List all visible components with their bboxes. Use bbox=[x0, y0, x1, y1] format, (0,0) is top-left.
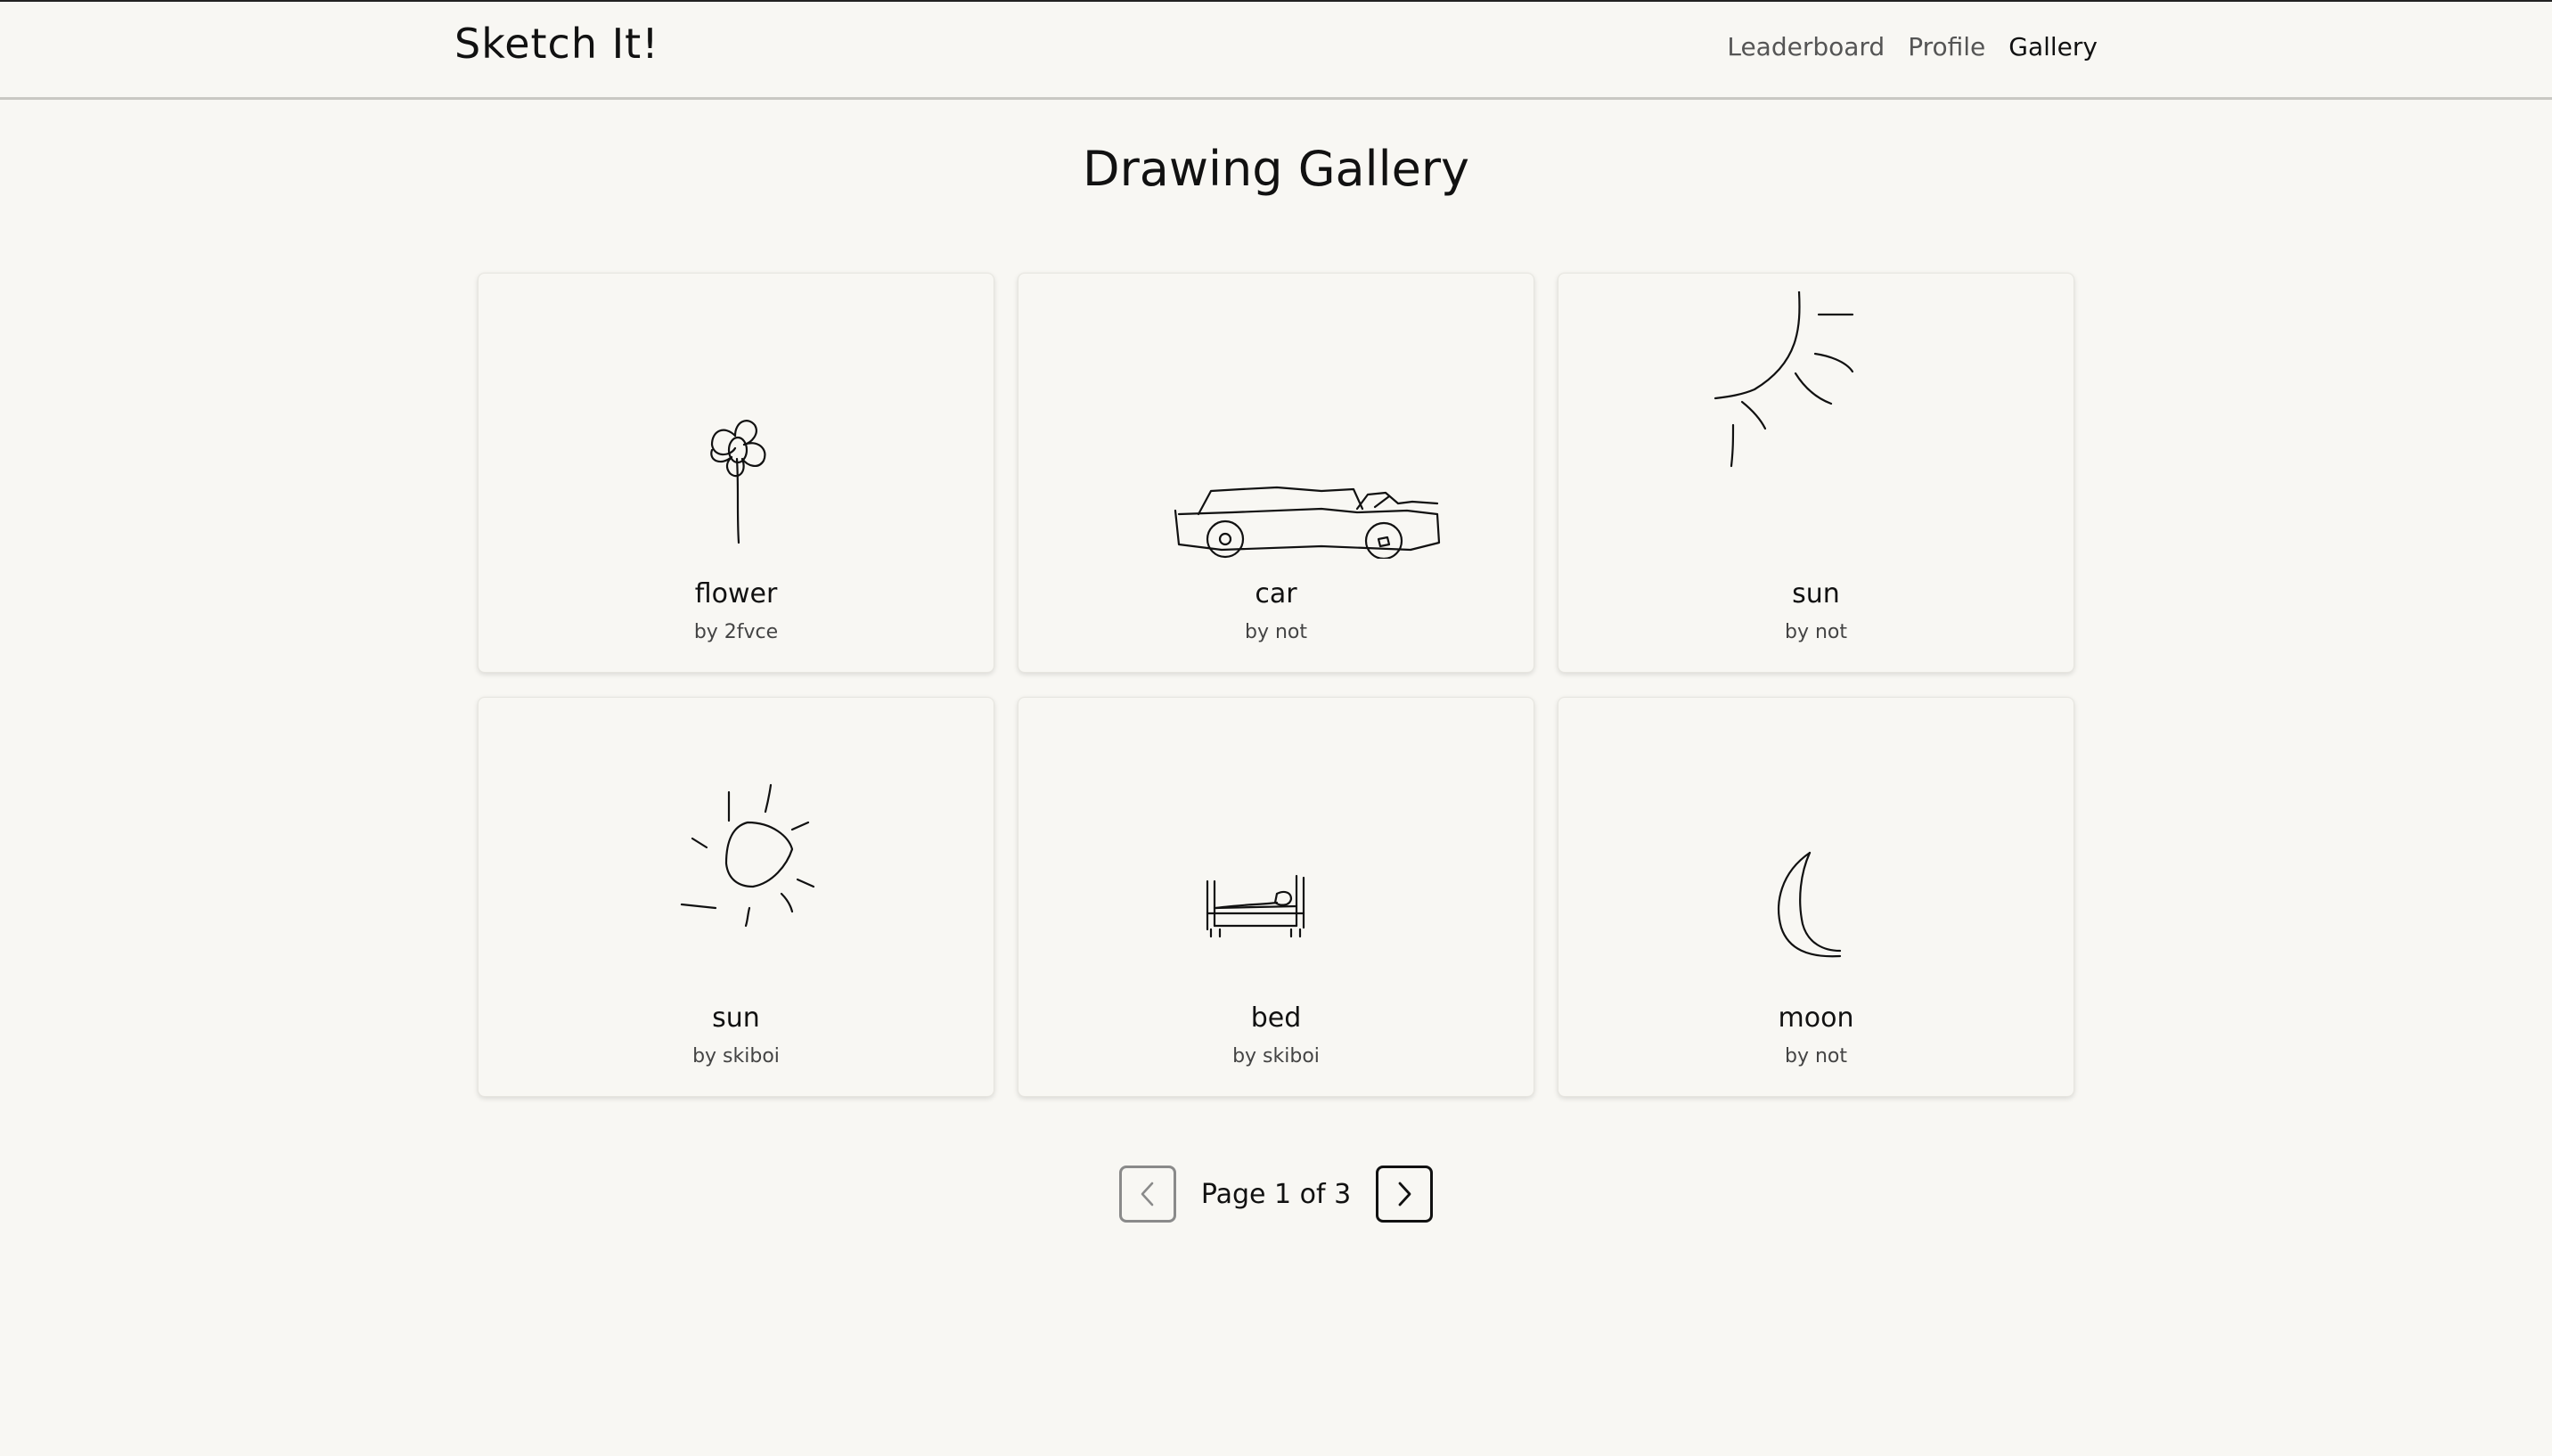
card-word: sun bbox=[1792, 578, 1840, 609]
brand-logo[interactable]: Sketch It! bbox=[454, 20, 659, 68]
chevron-right-icon bbox=[1398, 1182, 1411, 1207]
nav-gallery[interactable]: Gallery bbox=[2008, 32, 2098, 61]
card-author: by skiboi bbox=[1232, 1045, 1320, 1067]
card-author: by not bbox=[1244, 621, 1307, 643]
pagination: Page 1 of 3 bbox=[0, 1166, 2552, 1223]
main-nav: Leaderboard Profile Gallery bbox=[1727, 32, 2098, 61]
moon-drawing-icon bbox=[1778, 851, 1842, 958]
nav-leaderboard[interactable]: Leaderboard bbox=[1727, 32, 1885, 61]
drawing-card[interactable]: flower by 2fvce bbox=[478, 273, 994, 673]
card-word: sun bbox=[712, 1002, 760, 1034]
page-title: Drawing Gallery bbox=[1082, 141, 1470, 197]
card-word: bed bbox=[1250, 1002, 1302, 1034]
nav-profile[interactable]: Profile bbox=[1908, 32, 1985, 61]
card-author: by skiboi bbox=[692, 1045, 780, 1067]
site-header: Sketch It! Leaderboard Profile Gallery bbox=[0, 2, 2552, 100]
page-indicator: Page 1 of 3 bbox=[1200, 1178, 1352, 1210]
card-word: car bbox=[1255, 578, 1297, 609]
drawing-card[interactable]: car by not bbox=[1018, 273, 1534, 673]
sun-drawing-icon bbox=[1714, 291, 1854, 468]
drawing-grid: flower by 2fvce car by not sun by not su… bbox=[478, 273, 2074, 1097]
drawing-card[interactable]: sun by not bbox=[1558, 273, 2074, 673]
card-author: by not bbox=[1784, 1045, 1847, 1067]
chevron-left-icon bbox=[1141, 1182, 1154, 1207]
sun-drawing-icon bbox=[680, 783, 815, 928]
bed-drawing-icon bbox=[1206, 874, 1305, 938]
drawing-card[interactable]: moon by not bbox=[1558, 697, 2074, 1097]
card-author: by not bbox=[1784, 621, 1847, 643]
drawing-card[interactable]: sun by skiboi bbox=[478, 697, 994, 1097]
drawing-card[interactable]: bed by skiboi bbox=[1018, 697, 1534, 1097]
car-drawing-icon bbox=[1174, 486, 1441, 559]
card-author: by 2fvce bbox=[693, 621, 779, 643]
prev-page-button[interactable] bbox=[1118, 1166, 1176, 1223]
flower-drawing-icon bbox=[710, 420, 766, 544]
card-word: moon bbox=[1778, 1002, 1854, 1034]
next-page-button[interactable] bbox=[1376, 1166, 1434, 1223]
card-word: flower bbox=[694, 578, 778, 609]
